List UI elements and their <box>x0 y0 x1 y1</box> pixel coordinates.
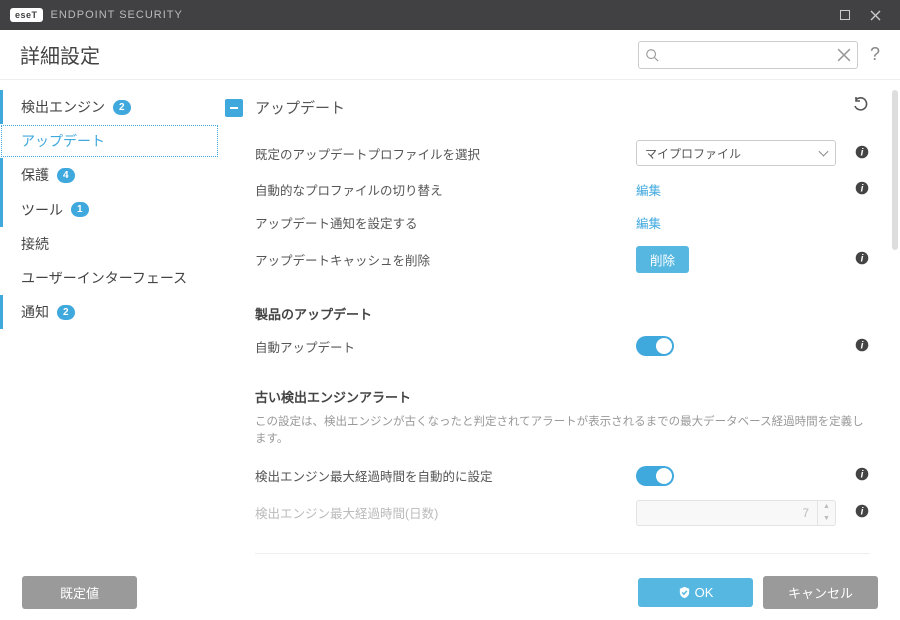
collapse-button[interactable] <box>225 99 243 117</box>
info-icon[interactable]: i <box>854 504 870 521</box>
svg-text:i: i <box>861 470 864 481</box>
close-icon <box>870 10 881 21</box>
sidebar-item-6[interactable]: 通知 2 <box>0 295 219 329</box>
svg-text:i: i <box>861 147 864 158</box>
row-default-profile: 既定のアップデートプロファイルを選択 マイプロファイル i <box>225 133 870 173</box>
label-auto-update: 自動アップデート <box>255 337 636 356</box>
sidebar-item-label: 検出エンジン <box>21 98 105 116</box>
titlebar: eseT ENDPOINT SECURITY <box>0 0 900 30</box>
shield-check-icon <box>678 586 691 599</box>
header: 詳細設定 ? <box>0 30 900 80</box>
info-icon[interactable]: i <box>854 467 870 484</box>
toggle-auto-update[interactable] <box>636 336 674 356</box>
days-input <box>637 506 817 520</box>
spinner-down[interactable]: ▼ <box>818 513 835 525</box>
sidebar-item-label: アップデート <box>21 132 105 150</box>
svg-text:i: i <box>861 184 864 195</box>
sidebar-badge: 4 <box>57 168 75 183</box>
defaults-button[interactable]: 既定値 <box>22 576 137 609</box>
toggle-auto-set-age[interactable] <box>636 466 674 486</box>
sidebar-item-label: ツール <box>21 201 63 219</box>
sidebar-item-1[interactable]: アップデート <box>0 124 219 158</box>
info-icon[interactable]: i <box>854 181 870 198</box>
link-edit-notify[interactable]: 編集 <box>636 213 836 232</box>
svg-text:i: i <box>861 254 864 265</box>
cancel-button[interactable]: キャンセル <box>763 576 878 609</box>
days-spinner[interactable]: ▲▼ <box>636 500 836 526</box>
sidebar-item-label: 通知 <box>21 303 49 321</box>
info-icon[interactable]: i <box>854 251 870 268</box>
row-rollback: モジュールロールバック i <box>225 564 870 566</box>
alert-description: この設定は、検出エンジンが古くなったと判定されてアラートが表示されるまでの最大デ… <box>225 412 870 459</box>
sidebar-item-5[interactable]: ユーザーインターフェース <box>0 261 219 295</box>
svg-text:i: i <box>861 507 864 518</box>
sidebar-badge: 1 <box>71 202 89 217</box>
minus-icon <box>229 103 239 113</box>
divider <box>255 553 870 554</box>
label-auto-set-age: 検出エンジン最大経過時間を自動的に設定 <box>255 466 636 485</box>
sidebar-item-0[interactable]: 検出エンジン 2 <box>0 90 219 124</box>
window-close-button[interactable] <box>860 0 890 30</box>
row-max-age-days: 検出エンジン最大経過時間(日数) ▲▼ i <box>225 493 870 533</box>
row-auto-update: 自動アップデート i <box>225 329 870 363</box>
footer: 既定値 OK キャンセル <box>0 565 900 620</box>
sidebar-item-label: 接続 <box>21 235 49 253</box>
undo-button[interactable] <box>852 96 870 119</box>
label-auto-profile: 自動的なプロファイルの切り替え <box>255 180 636 199</box>
profile-select-value: マイプロファイル <box>645 145 741 162</box>
info-icon[interactable]: i <box>854 145 870 162</box>
row-auto-set-age: 検出エンジン最大経過時間を自動的に設定 i <box>225 459 870 493</box>
sidebar: 検出エンジン 2 アップデート保護 4 ツール 1 接続ユーザーインターフェース通知 2 <box>0 80 220 565</box>
label-notify: アップデート通知を設定する <box>255 213 636 232</box>
brand-badge: eseT <box>10 8 43 22</box>
product-name: ENDPOINT SECURITY <box>51 9 183 21</box>
search-icon <box>645 48 659 62</box>
svg-text:i: i <box>861 340 864 351</box>
sidebar-item-2[interactable]: 保護 4 <box>0 158 219 192</box>
content-pane: アップデート 既定のアップデートプロファイルを選択 マイプロファイル i 自動的… <box>220 80 900 565</box>
undo-icon <box>852 96 870 114</box>
sidebar-badge: 2 <box>113 100 131 115</box>
search-box[interactable] <box>638 41 858 69</box>
sidebar-item-3[interactable]: ツール 1 <box>0 193 219 227</box>
subheading-alert: 古い検出エンジンアラート <box>225 363 870 412</box>
help-button[interactable]: ? <box>870 44 880 65</box>
row-notify: アップデート通知を設定する 編集 . <box>225 206 870 239</box>
label-cache: アップデートキャッシュを削除 <box>255 250 636 269</box>
sidebar-item-label: 保護 <box>21 166 49 184</box>
window-maximize-button[interactable] <box>830 0 860 30</box>
spinner-up[interactable]: ▲ <box>818 501 835 513</box>
clear-search-icon[interactable] <box>837 48 851 62</box>
row-auto-profile: 自動的なプロファイルの切り替え 編集 i <box>225 173 870 206</box>
row-cache: アップデートキャッシュを削除 削除 i <box>225 239 870 280</box>
sidebar-item-4[interactable]: 接続 <box>0 227 219 261</box>
subheading-product-update: 製品のアップデート <box>225 280 870 329</box>
square-icon <box>840 10 850 20</box>
page-title: 詳細設定 <box>20 40 100 69</box>
section-title: アップデート <box>255 97 852 118</box>
scrollbar[interactable] <box>892 90 898 250</box>
profile-select[interactable]: マイプロファイル <box>636 140 836 166</box>
ok-button[interactable]: OK <box>638 578 753 607</box>
section-header: アップデート <box>225 96 870 119</box>
search-input[interactable] <box>665 48 831 62</box>
label-max-age-days: 検出エンジン最大経過時間(日数) <box>255 503 636 522</box>
label-default-profile: 既定のアップデートプロファイルを選択 <box>255 144 636 163</box>
ok-label: OK <box>695 585 714 600</box>
link-edit-auto-profile[interactable]: 編集 <box>636 180 836 199</box>
sidebar-badge: 2 <box>57 305 75 320</box>
info-icon[interactable]: i <box>854 338 870 355</box>
delete-cache-button[interactable]: 削除 <box>636 246 689 273</box>
sidebar-item-label: ユーザーインターフェース <box>21 269 187 287</box>
